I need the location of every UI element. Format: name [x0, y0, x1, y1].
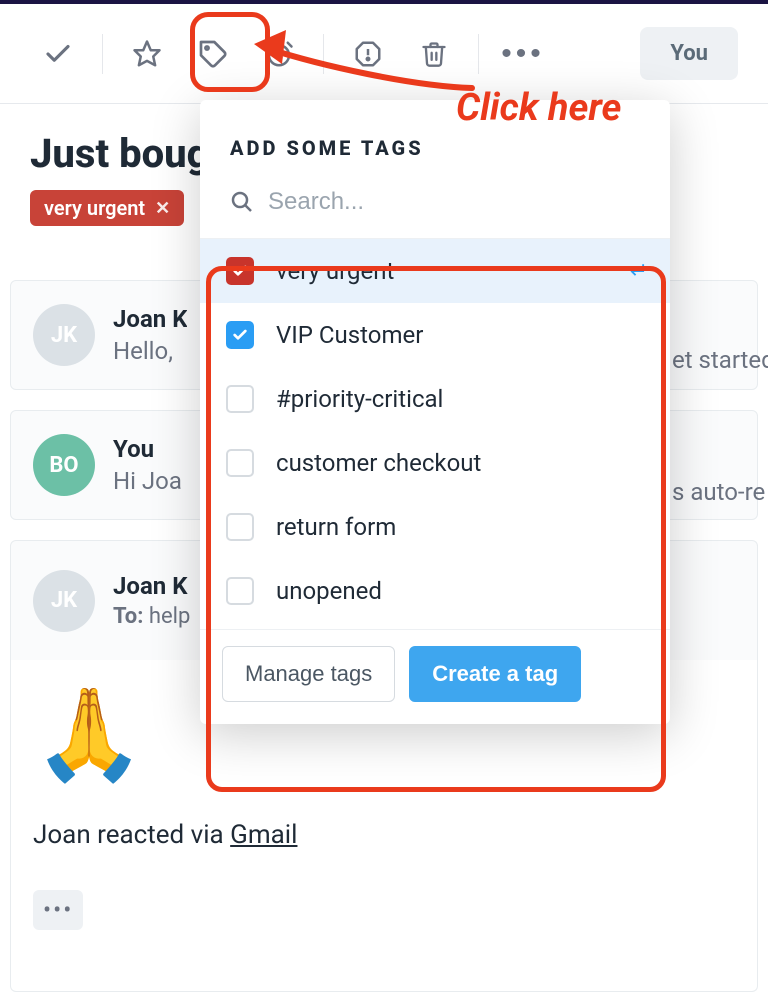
- octagon-alert-icon: [353, 39, 383, 69]
- enter-key-icon: ↵: [630, 259, 648, 284]
- checkbox-unchecked[interactable]: [226, 385, 254, 413]
- tag-option[interactable]: #priority-critical: [200, 367, 670, 431]
- star-icon: [132, 39, 162, 69]
- tag-button[interactable]: [185, 26, 241, 82]
- tag-option[interactable]: unopened: [200, 559, 670, 623]
- avatar: BO: [33, 434, 95, 496]
- reaction-source-link[interactable]: Gmail: [230, 820, 297, 850]
- tag-search-input[interactable]: [268, 188, 640, 216]
- message-sender: Joan K: [113, 305, 187, 333]
- mark-done-button[interactable]: [30, 26, 86, 82]
- tag-option-list: very urgent ↵ VIP Customer #priority-cri…: [200, 238, 670, 623]
- ellipsis-icon: •••: [501, 37, 545, 71]
- search-icon: [230, 190, 254, 214]
- tag-option[interactable]: very urgent ↵: [200, 239, 670, 303]
- delete-button[interactable]: [406, 26, 462, 82]
- check-icon: [43, 39, 73, 69]
- toolbar-divider: [102, 34, 103, 74]
- more-actions-button[interactable]: •••: [495, 26, 551, 82]
- checkbox-unchecked[interactable]: [226, 577, 254, 605]
- tag-option[interactable]: VIP Customer: [200, 303, 670, 367]
- dropdown-footer: Manage tags Create a tag: [200, 629, 670, 710]
- toolbar: ••• You: [0, 4, 768, 104]
- applied-tag-chip[interactable]: very urgent ✕: [30, 190, 184, 226]
- avatar: JK: [33, 304, 95, 366]
- tag-option[interactable]: return form: [200, 495, 670, 559]
- assignee-pill[interactable]: You: [640, 27, 738, 80]
- message-sender: Joan K: [113, 572, 190, 600]
- tag-search-row: [200, 178, 670, 238]
- tag-option-label: VIP Customer: [276, 321, 423, 349]
- message-snippet-fragment: et started: [672, 346, 768, 374]
- checkbox-checked[interactable]: [226, 321, 254, 349]
- checkbox-unchecked[interactable]: [226, 513, 254, 541]
- tag-option[interactable]: customer checkout: [200, 431, 670, 495]
- create-tag-button[interactable]: Create a tag: [409, 646, 581, 702]
- expand-quoted-button[interactable]: •••: [33, 890, 83, 930]
- ellipsis-icon: •••: [43, 896, 73, 924]
- manage-tags-button[interactable]: Manage tags: [222, 646, 395, 702]
- reaction-text: Joan reacted via Gmail: [33, 820, 735, 850]
- spam-button[interactable]: [340, 26, 396, 82]
- message-to-line: To: To: helphelp: [113, 604, 190, 629]
- snooze-button[interactable]: [251, 26, 307, 82]
- tag-icon: [197, 38, 229, 70]
- message-snippet: Hello,: [113, 337, 187, 365]
- toolbar-divider: [323, 34, 324, 74]
- tag-option-label: customer checkout: [276, 449, 481, 477]
- reaction-prefix: Joan reacted via: [33, 820, 230, 850]
- alarm-icon: [264, 39, 294, 69]
- applied-tag-label: very urgent: [44, 196, 145, 220]
- toolbar-divider: [478, 34, 479, 74]
- message-snippet-fragment: s auto-re: [672, 478, 765, 506]
- dropdown-heading: ADD SOME TAGS: [200, 100, 670, 178]
- message-sender: You: [113, 435, 182, 463]
- checkbox-unchecked[interactable]: [226, 449, 254, 477]
- page-title: Just boug: [30, 130, 210, 177]
- message-snippet: Hi Joa: [113, 467, 182, 495]
- star-button[interactable]: [119, 26, 175, 82]
- tag-option-label: #priority-critical: [276, 385, 443, 413]
- tag-option-label: return form: [276, 513, 396, 541]
- trash-icon: [420, 40, 448, 68]
- checkbox-checked[interactable]: [226, 257, 254, 285]
- avatar: JK: [33, 570, 95, 632]
- remove-tag-icon[interactable]: ✕: [155, 198, 170, 219]
- add-tags-dropdown: ADD SOME TAGS very urgent ↵ VIP Customer…: [200, 100, 670, 724]
- tag-option-label: very urgent: [276, 257, 394, 285]
- tag-option-label: unopened: [276, 577, 382, 605]
